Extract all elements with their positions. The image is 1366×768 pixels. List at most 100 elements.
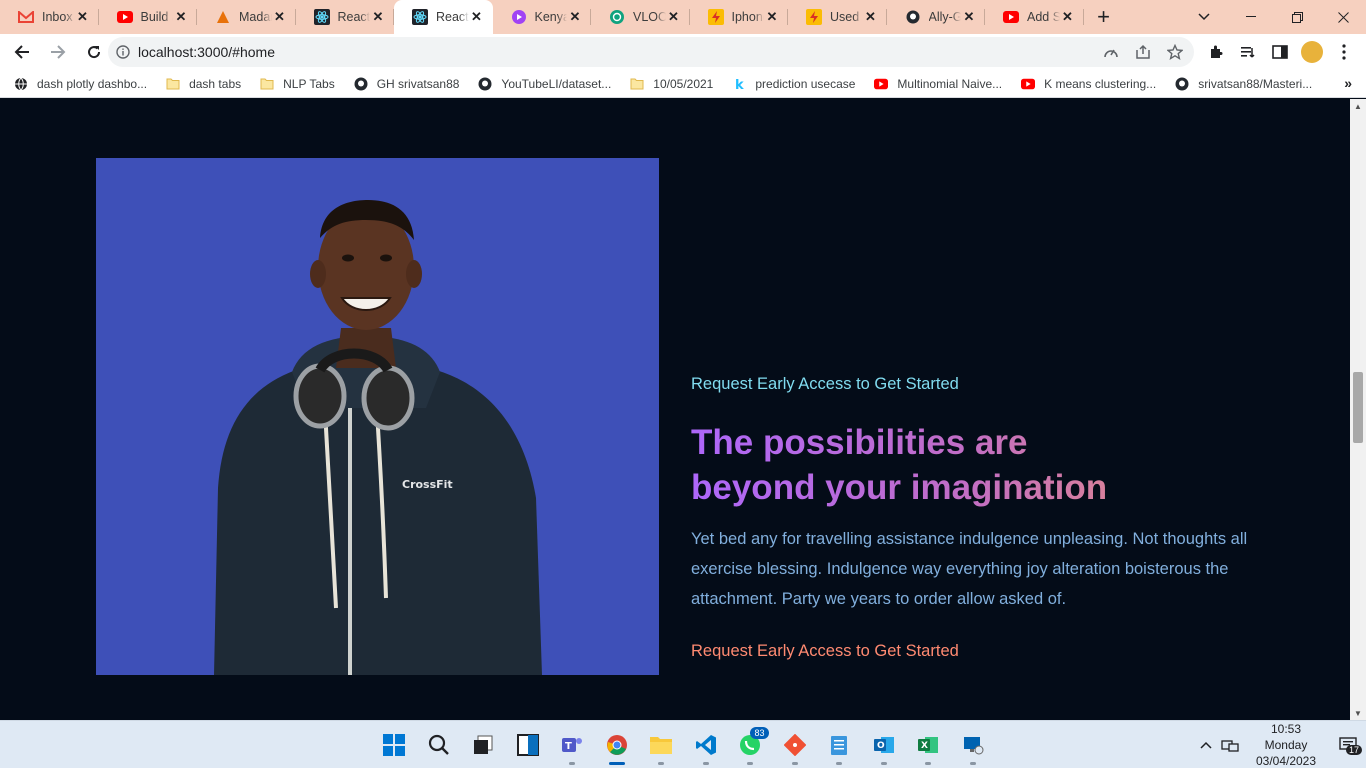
close-tab-icon[interactable]: ✕	[469, 9, 485, 25]
bookmark-item[interactable]: NLP Tabs	[260, 77, 335, 91]
folder-icon	[649, 733, 673, 757]
bookmark-item[interactable]: YouTubeLI/dataset...	[478, 77, 611, 91]
network-icon[interactable]	[1218, 733, 1242, 757]
zap-icon	[707, 9, 724, 25]
react-icon	[412, 9, 428, 25]
taskbar-app-outlook[interactable]: O	[862, 721, 907, 768]
restore-button[interactable]	[1274, 0, 1320, 34]
site-info-icon[interactable]	[108, 45, 138, 59]
minimize-button[interactable]	[1228, 0, 1274, 34]
close-tab-icon[interactable]: ✕	[370, 9, 386, 25]
tab-title: React A	[436, 10, 469, 24]
reload-button[interactable]	[78, 36, 110, 68]
profile-avatar[interactable]	[1298, 38, 1326, 66]
eyebrow-text: Request Early Access to Get Started	[691, 375, 959, 393]
taskbar-app-notepad[interactable]	[817, 721, 862, 768]
browser-tab[interactable]: Add Sc✕	[985, 0, 1084, 34]
bookmark-label: 10/05/2021	[653, 76, 714, 91]
taskbar-app-widgets[interactable]	[506, 721, 551, 768]
tab-search-icon[interactable]	[1192, 0, 1216, 34]
bookmark-item[interactable]: Multinomial Naive...	[874, 77, 1002, 91]
address-bar[interactable]: localhost:3000/#home	[108, 37, 1194, 67]
windows-icon	[382, 733, 406, 757]
menu-icon[interactable]	[1330, 38, 1358, 66]
notification-center-button[interactable]: 17	[1330, 721, 1366, 768]
close-tab-icon[interactable]: ✕	[1060, 9, 1076, 25]
browser-tab[interactable]: Kenya ✕	[493, 0, 592, 34]
close-tab-icon[interactable]: ✕	[961, 9, 977, 25]
taskbar-app-whatsapp[interactable]: 83	[728, 721, 773, 768]
bookmark-item[interactable]: dash plotly dashbo...	[14, 77, 147, 91]
show-hidden-icons-chevron-icon[interactable]	[1194, 733, 1218, 757]
close-tab-icon[interactable]: ✕	[764, 9, 780, 25]
scroll-down-arrow-icon[interactable]: ▼	[1350, 706, 1366, 720]
taskbar-app-start[interactable]	[372, 721, 417, 768]
close-window-button[interactable]	[1320, 0, 1366, 34]
clock[interactable]: 10:53 Monday 03/04/2023	[1242, 721, 1330, 768]
request-access-link[interactable]: Request Early Access to Get Started	[691, 642, 959, 661]
browser-tab[interactable]: Iphone✕	[690, 0, 789, 34]
back-button[interactable]	[6, 36, 38, 68]
tab-title: Build a	[140, 10, 174, 24]
running-indicator	[747, 762, 754, 765]
clock-date: 03/04/2023	[1255, 754, 1317, 768]
performance-icon[interactable]	[1098, 39, 1124, 65]
bookmarks-overflow-button[interactable]: »	[1344, 75, 1352, 91]
browser-tab[interactable]: VLOOK✕	[591, 0, 690, 34]
extensions-icon[interactable]	[1202, 38, 1230, 66]
tab-title: Used P	[830, 10, 863, 24]
tab-title: Kenya	[534, 10, 568, 24]
taskbar-app-git[interactable]	[773, 721, 818, 768]
remote-desktop-icon	[961, 733, 985, 757]
search-icon	[427, 733, 451, 757]
bookmark-item[interactable]: k prediction usecase	[732, 77, 855, 91]
tab-list: Inbox (✕Build a✕Madan✕React A✕React A✕Ke…	[0, 0, 1084, 34]
tab-title: Inbox (	[42, 10, 75, 24]
bookmark-label: dash tabs	[189, 76, 242, 91]
taskbar-app-remote-desktop[interactable]	[951, 721, 996, 768]
scrollbar-thumb[interactable]	[1353, 372, 1363, 443]
tab-strip: Inbox (✕Build a✕Madan✕React A✕React A✕Ke…	[0, 0, 1366, 34]
scroll-up-arrow-icon[interactable]: ▲	[1350, 99, 1366, 113]
url-text[interactable]: localhost:3000/#home	[138, 44, 275, 60]
bookmark-item[interactable]: srivatsan88/Masteri...	[1175, 77, 1312, 91]
browser-tab[interactable]: Used P✕	[788, 0, 887, 34]
taskbar-app-chrome[interactable]	[595, 721, 640, 768]
browser-tab[interactable]: Madan✕	[197, 0, 296, 34]
taskbar-app-search[interactable]	[417, 721, 462, 768]
new-tab-button[interactable]: +	[1084, 0, 1124, 34]
tab-title: Madan	[239, 10, 272, 24]
browser-tab[interactable]: Build a✕	[99, 0, 198, 34]
bookmark-item[interactable]: dash tabs	[166, 77, 241, 91]
browser-tab[interactable]: React A✕	[296, 0, 395, 34]
reading-list-icon[interactable]	[1234, 38, 1262, 66]
youtube-icon	[1003, 9, 1019, 25]
close-tab-icon[interactable]: ✕	[666, 9, 682, 25]
bookmark-item[interactable]: K means clustering...	[1021, 77, 1156, 91]
taskbar-app-teams[interactable]: T	[550, 721, 595, 768]
svg-text:X: X	[921, 741, 928, 751]
taskbar-app-task-view[interactable]	[461, 721, 506, 768]
browser-tab[interactable]: React A✕	[394, 0, 493, 34]
taskbar-apps: T 83 O X	[372, 721, 995, 768]
close-tab-icon[interactable]: ✕	[173, 9, 189, 25]
page-scrollbar[interactable]: ▲ ▼	[1350, 99, 1366, 720]
taskbar-app-file-explorer[interactable]	[639, 721, 684, 768]
share-icon[interactable]	[1130, 39, 1156, 65]
bookmark-item[interactable]: GH srivatsan88	[354, 77, 459, 91]
clock-day: Monday	[1264, 738, 1308, 752]
close-tab-icon[interactable]: ✕	[272, 9, 288, 25]
taskbar-app-excel[interactable]: X	[906, 721, 951, 768]
taskbar-app-vscode[interactable]	[684, 721, 729, 768]
browser-tab[interactable]: Inbox (✕	[0, 0, 99, 34]
close-tab-icon[interactable]: ✕	[567, 9, 583, 25]
bookmark-item[interactable]: 10/05/2021	[630, 77, 713, 91]
close-tab-icon[interactable]: ✕	[75, 9, 91, 25]
forward-button[interactable]	[42, 36, 74, 68]
teams-icon: T	[560, 733, 584, 757]
browser-tab[interactable]: Ally-Gl✕	[887, 0, 986, 34]
bookmark-star-icon[interactable]	[1162, 39, 1188, 65]
hero-copy: Request Early Access to Get Started The …	[691, 375, 1291, 661]
close-tab-icon[interactable]: ✕	[863, 9, 879, 25]
side-panel-icon[interactable]	[1266, 38, 1294, 66]
